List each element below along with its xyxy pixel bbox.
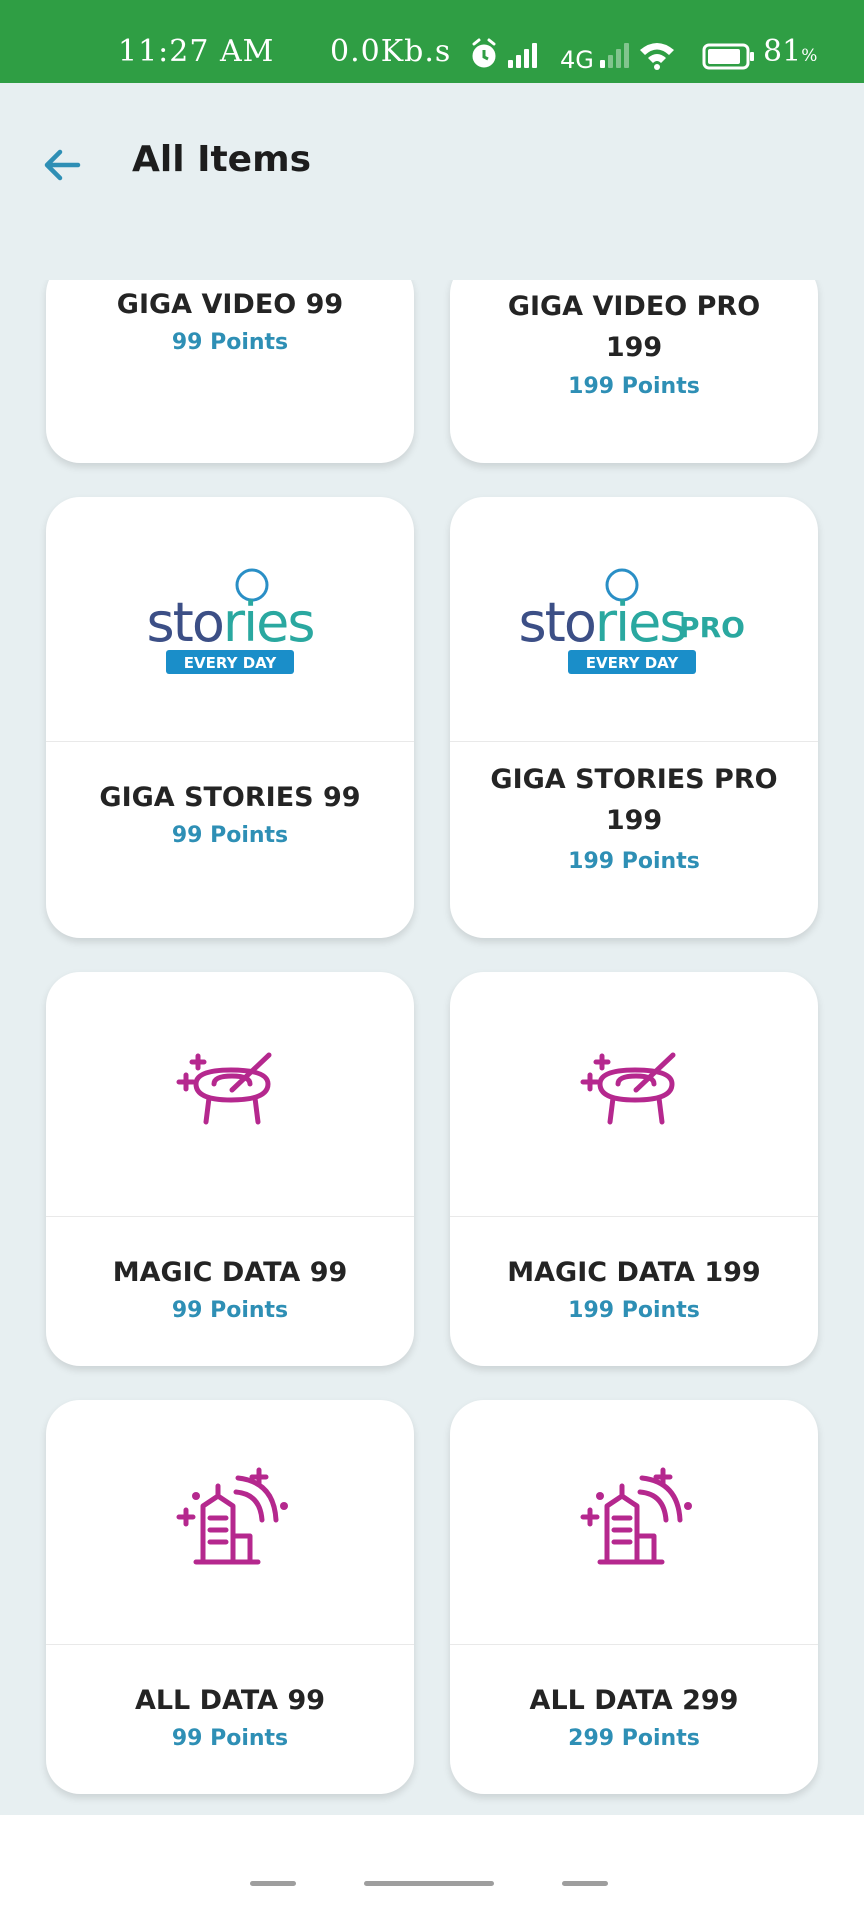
item-points: 99 Points [171,823,289,848]
svg-text:EVERY DAY: EVERY DAY [586,654,680,672]
wifi-icon [640,43,674,70]
item-card-all-data-299[interactable]: ALL DATA 299 299 Points [450,1400,818,1794]
item-points: 199 Points [568,1298,700,1323]
signal-icon [508,43,537,68]
item-card-magic-data-199[interactable]: MAGIC DATA 199 199 Points [450,972,818,1366]
item-image [46,972,414,1217]
svg-text:stories: stories [519,591,686,654]
items-grid[interactable]: GIGA VIDEO 99 99 Points GIGA VIDEO PRO 19… [0,280,864,1815]
svg-text:PRO: PRO [679,611,745,644]
item-image: stories PRO EVERY DAY [450,497,818,742]
battery-icon [702,43,754,70]
stories-logo: stories EVERY DAY [147,568,315,674]
system-nav-bar [0,1815,864,1920]
item-title: GIGA STORIES PRO 199 [490,764,778,836]
svg-text:EVERY DAY: EVERY DAY [184,654,278,672]
item-image [450,1400,818,1645]
app-header: All Items [0,83,864,233]
nav-home-button[interactable] [364,1881,494,1886]
status-time: 11:27 AM [118,34,275,69]
status-icons: 4G [472,38,754,74]
item-title: ALL DATA 299 [529,1685,739,1716]
item-title: MAGIC DATA 199 [507,1257,761,1288]
magic-data-icon [580,1052,676,1125]
item-card-giga-stories-99[interactable]: stories EVERY DAY GIGA STORIES 99 99 Poi… [46,497,414,938]
item-title: GIGA STORIES 99 [99,782,361,813]
item-card-giga-stories-pro-199[interactable]: stories PRO EVERY DAY GIGA STORIES PRO 19… [450,497,818,938]
stories-pro-logo: stories PRO EVERY DAY [519,568,745,674]
item-card-all-data-99[interactable]: ALL DATA 99 99 Points [46,1400,414,1794]
all-data-icon [580,1467,692,1565]
item-image [46,1400,414,1645]
item-points: 199 Points [568,849,700,874]
item-title: GIGA VIDEO PRO 199 [507,291,761,363]
item-title: MAGIC DATA 99 [112,1257,348,1288]
signal-weak-icon [600,43,629,68]
item-points: 99 Points [171,1298,289,1323]
page-title: All Items [132,139,312,180]
item-points: 299 Points [568,1726,700,1751]
item-image: stories EVERY DAY [46,497,414,742]
all-data-icon [176,1467,288,1565]
item-title: ALL DATA 99 [134,1685,326,1716]
magic-data-icon [176,1052,272,1125]
arrow-left-icon[interactable] [40,143,84,187]
nav-menu-button[interactable] [250,1881,296,1886]
alarm-icon [472,38,496,68]
item-points: 99 Points [171,1726,289,1751]
item-card-giga-video-pro-199[interactable]: GIGA VIDEO PRO 199 199 Points [450,280,818,463]
status-speed: 0.0Kb.s [330,34,452,69]
nav-back-button[interactable] [562,1881,608,1886]
item-points: 99 Points [171,330,289,355]
status-bar: 11:27 AM 0.0Kb.s 4G 81% [0,0,864,83]
item-image [450,972,818,1217]
battery-percentage: 81% [763,34,818,69]
item-title: GIGA VIDEO 99 [116,289,344,320]
network-type: 4G [560,46,594,74]
item-points: 199 Points [568,374,700,399]
item-card-magic-data-99[interactable]: MAGIC DATA 99 99 Points [46,972,414,1366]
svg-text:stories: stories [147,591,314,654]
item-card-giga-video-99[interactable]: GIGA VIDEO 99 99 Points [46,280,414,463]
